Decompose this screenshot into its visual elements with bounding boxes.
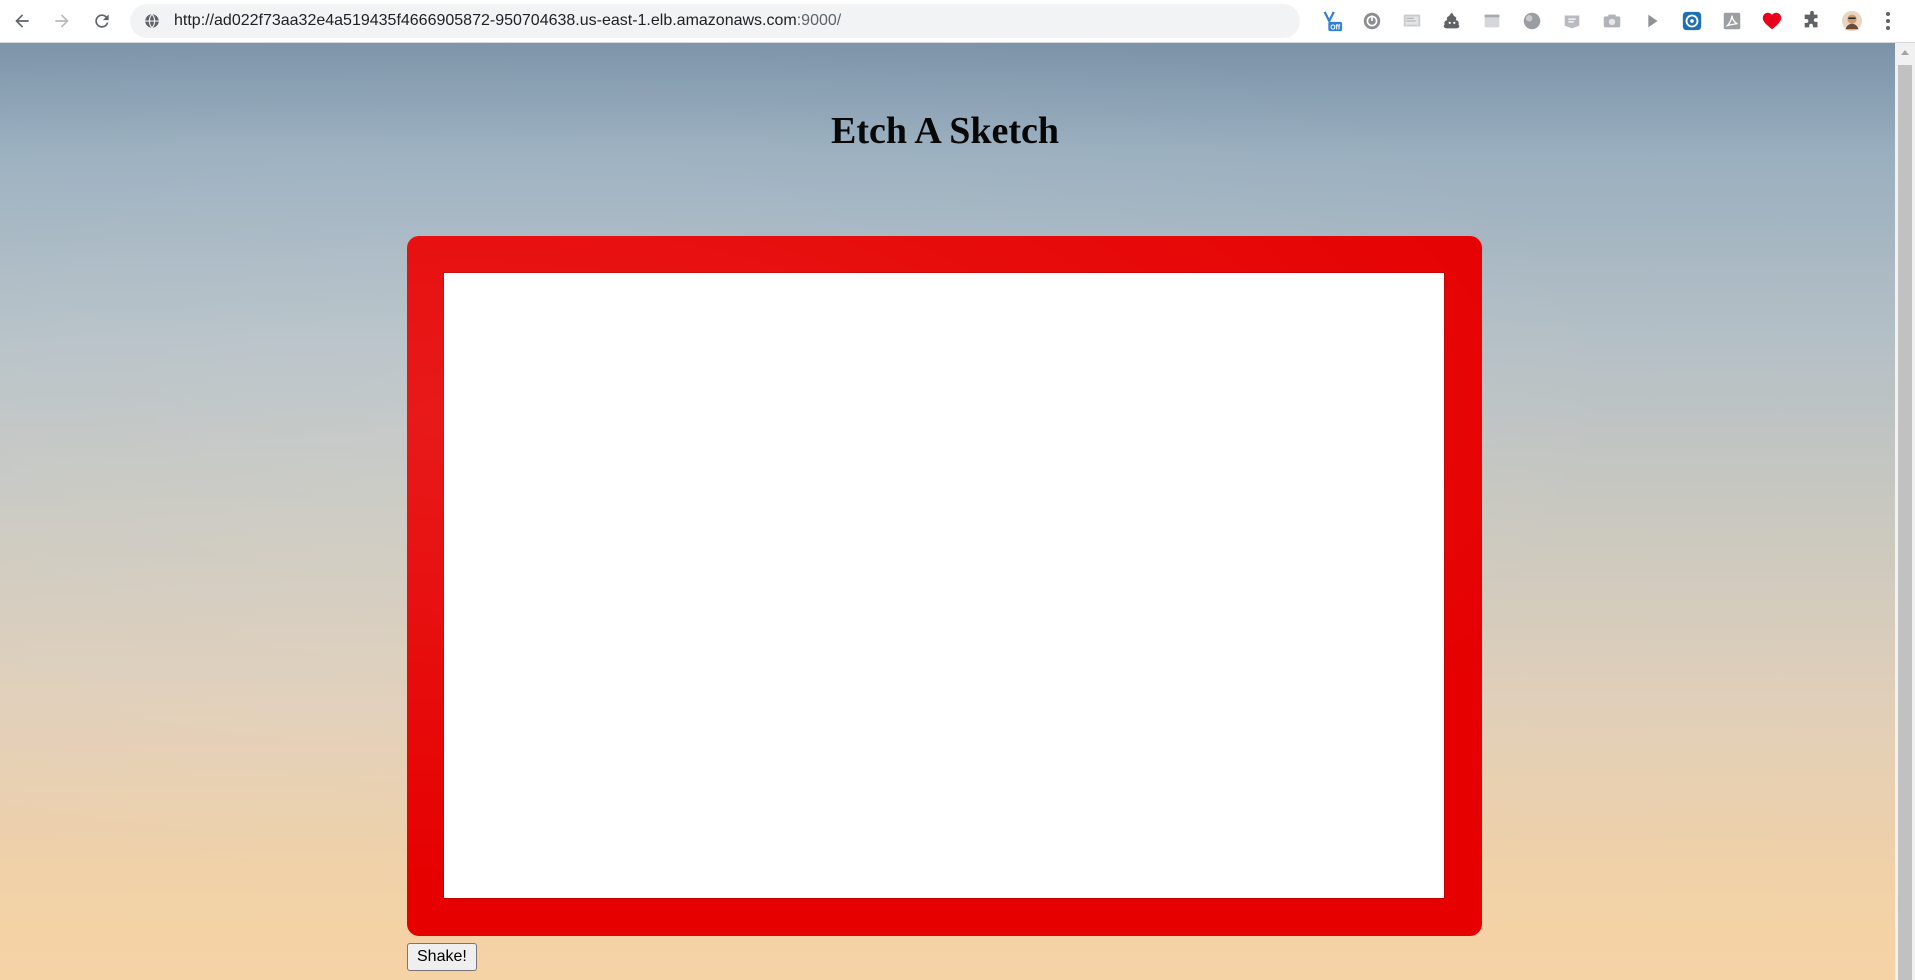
vimium-badge: Off (1330, 24, 1341, 31)
puzzle-icon[interactable] (1798, 7, 1826, 35)
vimium-off-icon[interactable]: Off (1318, 7, 1346, 35)
screen-icon[interactable] (1398, 7, 1426, 35)
reload-icon (95, 14, 109, 28)
browser-toolbar: http://ad022f73aa32e4a519435f4666905872-… (0, 0, 1915, 43)
menu-dot (1886, 12, 1890, 16)
menu-dot (1886, 19, 1890, 23)
poop-icon[interactable] (1438, 7, 1466, 35)
sphere-icon[interactable] (1518, 7, 1546, 35)
pdf-icon[interactable] (1718, 7, 1746, 35)
page-title: Etch A Sketch (830, 110, 1060, 152)
url-port: :9000/ (796, 12, 842, 29)
back-button[interactable] (8, 7, 36, 35)
window-icon[interactable] (1478, 7, 1506, 35)
url-text: http://ad022f73aa32e4a519435f4666905872-… (174, 12, 841, 30)
scroll-up-arrow[interactable] (1895, 43, 1915, 61)
arrow-left-icon (15, 14, 29, 28)
avatar-icon[interactable] (1838, 7, 1866, 35)
menu-dot (1886, 26, 1890, 30)
vertical-scrollbar[interactable] (1895, 43, 1915, 980)
address-bar[interactable]: http://ad022f73aa32e4a519435f4666905872-… (130, 4, 1300, 38)
url-host: http://ad022f73aa32e4a519435f4666905872-… (174, 12, 797, 29)
globe-icon (143, 12, 161, 30)
page-viewport: Etch A Sketch Shake! (0, 43, 1895, 980)
heart-icon[interactable] (1758, 7, 1786, 35)
etch-a-sketch-frame (407, 236, 1482, 936)
target-icon[interactable] (1678, 7, 1706, 35)
arrow-right-icon (55, 14, 69, 28)
browser-menu-button[interactable] (1876, 8, 1900, 34)
extensions-area: Off (1318, 7, 1878, 35)
css-icon[interactable] (1558, 7, 1586, 35)
reload-button[interactable] (88, 7, 116, 35)
drawing-canvas[interactable] (443, 272, 1445, 899)
play-icon[interactable] (1638, 7, 1666, 35)
power-icon[interactable] (1358, 7, 1386, 35)
scroll-thumb[interactable] (1898, 65, 1912, 980)
forward-button[interactable] (48, 7, 76, 35)
shake-button[interactable]: Shake! (407, 943, 477, 971)
camera-icon[interactable] (1598, 7, 1626, 35)
